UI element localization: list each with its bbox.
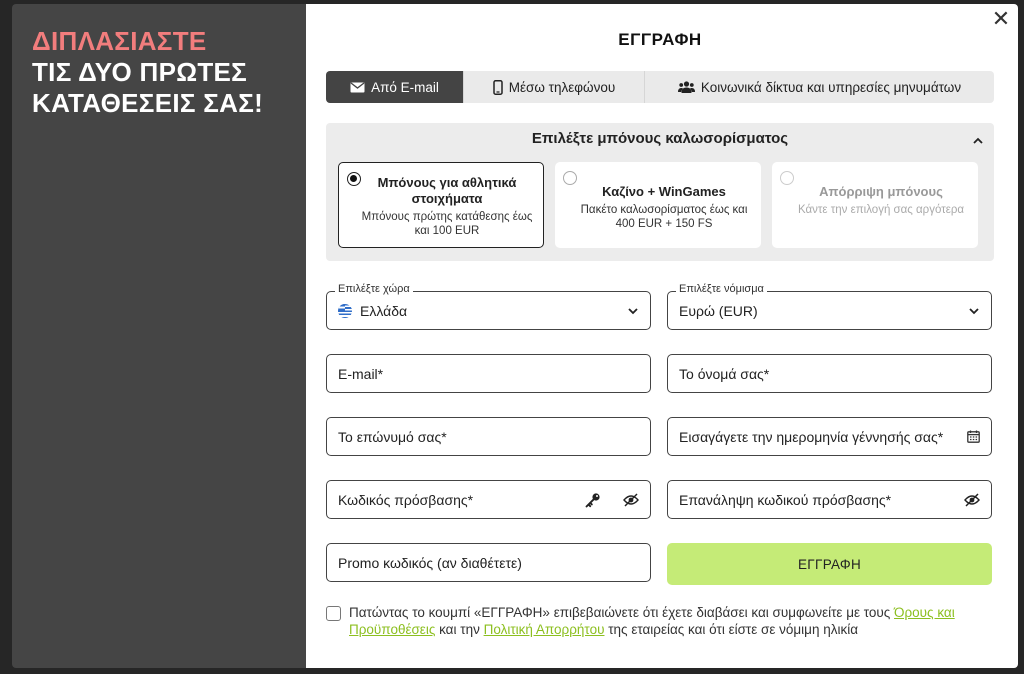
- first-name-field[interactable]: Το όνομά σας*: [667, 354, 992, 393]
- chevron-down-icon: [627, 307, 639, 315]
- calendar-icon[interactable]: [967, 430, 980, 443]
- repeat-password-field-placeholder: Επανάληψη κωδικού πρόσβασης*: [679, 491, 892, 508]
- bonus-option-title: Μπόνους για αθλητικά στοιχήματα: [377, 175, 517, 206]
- tab-social[interactable]: Κοινωνικά δίκτυα και υπηρεσίες μηνυμάτων: [645, 71, 994, 103]
- bonus-options: Μπόνους για αθλητικά στοιχήματα Μπόνους …: [338, 162, 982, 248]
- register-button[interactable]: ΕΓΓΡΑΦΗ: [667, 543, 992, 585]
- registration-modal: ΔΙΠΛΑΣΙΑΣΤΕ ΤΙΣ ΔΥΟ ΠΡΩΤΕΣ ΚΑΤΑΘΕΣΕΙΣ ΣΑ…: [12, 4, 1018, 668]
- promo-panel: ΔΙΠΛΑΣΙΑΣΤΕ ΤΙΣ ΔΥΟ ΠΡΩΤΕΣ ΚΑΤΑΘΕΣΕΙΣ ΣΑ…: [12, 4, 306, 668]
- repeat-password-field[interactable]: Επανάληψη κωδικού πρόσβασης*: [667, 480, 992, 519]
- privacy-policy-link[interactable]: Πολιτική Απορρήτου: [484, 622, 605, 637]
- tab-email[interactable]: Από E-mail: [326, 71, 464, 103]
- password-field[interactable]: Κωδικός πρόσβασης*: [326, 480, 651, 519]
- welcome-bonus-heading: Επιλέξτε μπόνους καλωσορίσματος: [531, 130, 789, 147]
- terms-consent: Πατώντας το κουμπί «ΕΓΓΡΑΦΗ» επιβεβαιώνε…: [326, 604, 986, 638]
- bonus-option-description: Μπόνους πρώτης κατάθεσης έως και 100 EUR: [361, 211, 533, 237]
- dialog-title: ΕΓΓΡΑΦΗ: [618, 30, 702, 49]
- terms-text: Πατώντας το κουμπί «ΕΓΓΡΑΦΗ» επιβεβαιώνε…: [349, 604, 986, 638]
- tab-phone[interactable]: Μέσω τηλεφώνου: [464, 71, 645, 103]
- country-select-value: Ελλάδα: [360, 302, 408, 319]
- registration-method-tabs: Από E-mail Μέσω τηλεφώνου Κοινωνικά δίκτ…: [326, 71, 994, 103]
- promo-headline-highlight: ΔΙΠΛΑΣΙΑΣΤΕ: [32, 26, 207, 56]
- envelope-icon: [350, 81, 365, 93]
- currency-select[interactable]: Επιλέξτε νόμισμα Ευρώ (EUR): [667, 283, 992, 330]
- bonus-option-title: Καζίνο + WinGames: [602, 184, 726, 199]
- terms-text-part2: και την: [435, 622, 484, 637]
- eye-slash-icon[interactable]: [964, 492, 980, 507]
- bonus-option-description: Πακέτο καλωσορίσματος έως και 400 EUR + …: [580, 204, 748, 230]
- promo-code-field-placeholder: Promo κωδικός (αν διαθέτετε): [338, 554, 522, 571]
- welcome-bonus-section: Επιλέξτε μπόνους καλωσορίσματος Μπόνους …: [326, 123, 994, 261]
- currency-select-value: Ευρώ (EUR): [679, 302, 758, 319]
- chevron-down-icon: [968, 307, 980, 315]
- country-select[interactable]: Επιλέξτε χώρα Ελλάδα: [326, 283, 651, 330]
- greece-flag-icon: [338, 303, 352, 318]
- bonus-option-decline[interactable]: Απόρριψη μπόνους Κάντε την επιλογή σας α…: [772, 162, 978, 248]
- eye-slash-icon[interactable]: [623, 492, 639, 507]
- phone-icon: [493, 79, 503, 95]
- radio-unselected-icon[interactable]: [563, 171, 577, 185]
- last-name-field[interactable]: Το επώνυμό σας*: [326, 417, 651, 456]
- bonus-option-description: Κάντε την επιλογή σας αργότερα: [797, 204, 965, 216]
- email-field[interactable]: E-mail*: [326, 354, 651, 393]
- radio-selected-icon[interactable]: [347, 172, 361, 186]
- promo-code-field[interactable]: Promo κωδικός (αν διαθέτετε): [326, 543, 651, 582]
- terms-text-part3: της εταιρείας και ότι είστε σε νόμιμη ηλ…: [604, 622, 859, 637]
- email-field-placeholder: E-mail*: [338, 365, 384, 382]
- promo-headline-line3: ΚΑΤΑΘΕΣΕΙΣ ΣΑΣ!: [32, 88, 264, 118]
- currency-select-label: Επιλέξτε νόμισμα: [676, 283, 767, 295]
- password-field-placeholder: Κωδικός πρόσβασης*: [338, 491, 474, 508]
- radio-unselected-icon[interactable]: [780, 171, 794, 185]
- bonus-option-casino[interactable]: Καζίνο + WinGames Πακέτο καλωσορίσματος …: [555, 162, 761, 248]
- birthdate-field-placeholder: Εισαγάγετε την ημερομηνία γέννησής σας*: [679, 428, 944, 445]
- users-icon: [677, 81, 695, 93]
- chevron-up-icon[interactable]: [972, 132, 984, 150]
- last-name-field-placeholder: Το επώνυμό σας*: [338, 428, 447, 445]
- bonus-option-sports[interactable]: Μπόνους για αθλητικά στοιχήματα Μπόνους …: [338, 162, 544, 248]
- close-icon[interactable]: ✕: [990, 8, 1012, 30]
- birthdate-field[interactable]: Εισαγάγετε την ημερομηνία γέννησής σας*: [667, 417, 992, 456]
- tab-phone-label: Μέσω τηλεφώνου: [508, 79, 616, 95]
- registration-form-panel: ✕ ΕΓΓΡΑΦΗ Από E-mail Μέσω τηλεφώνου Κοιν…: [306, 4, 1018, 668]
- bonus-option-title: Απόρριψη μπόνους: [819, 184, 943, 199]
- first-name-field-placeholder: Το όνομά σας*: [679, 365, 770, 382]
- key-icon[interactable]: [585, 492, 601, 508]
- promo-headline-line2: ΤΙΣ ΔΥΟ ΠΡΩΤΕΣ: [32, 57, 248, 87]
- terms-text-part1: Πατώντας το κουμπί «ΕΓΓΡΑΦΗ» επιβεβαιώνε…: [349, 605, 895, 620]
- tab-email-label: Από E-mail: [371, 79, 439, 95]
- terms-checkbox[interactable]: [326, 606, 341, 621]
- country-select-label: Επιλέξτε χώρα: [335, 283, 413, 295]
- tab-social-label: Κοινωνικά δίκτυα και υπηρεσίες μηνυμάτων: [700, 79, 962, 95]
